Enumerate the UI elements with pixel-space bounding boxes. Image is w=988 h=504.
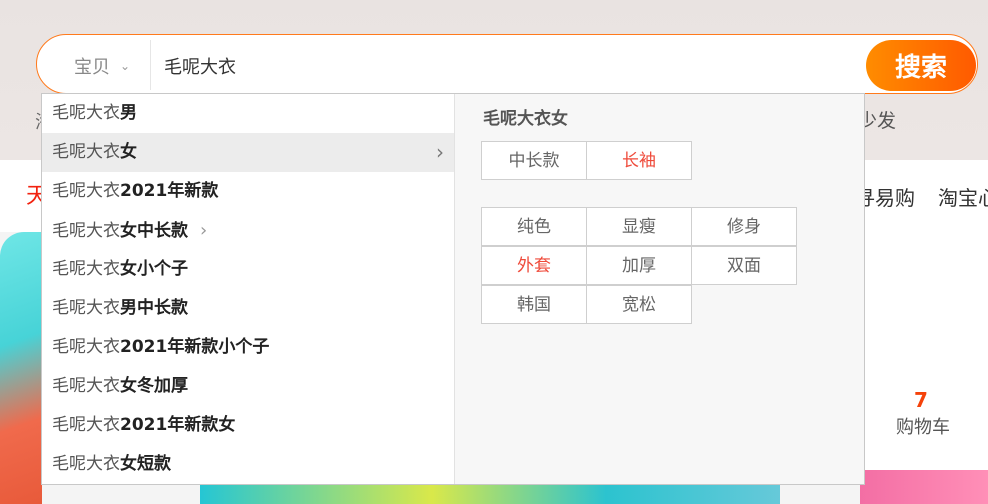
search-scope-label: 宝贝 <box>74 57 110 78</box>
nav-item-taobao[interactable]: 淘宝心 <box>938 182 988 211</box>
attribute-tag[interactable]: 加厚 <box>586 246 692 285</box>
suggestion-item[interactable]: 毛呢大衣2021年新款女 <box>42 406 454 445</box>
search-suggestions-dropdown: 毛呢大衣男 毛呢大衣女 › 毛呢大衣2021年新款 毛呢大衣女中长款 › 毛呢大衣女… <box>41 93 865 485</box>
suggestion-item[interactable]: 毛呢大衣男 <box>42 94 454 133</box>
attribute-tag[interactable]: 双面 <box>691 246 797 285</box>
suggestion-item[interactable]: 毛呢大衣女中长款 › <box>42 211 454 250</box>
attribute-tag[interactable]: 中长款 <box>481 141 587 180</box>
suggestion-item[interactable]: 毛呢大衣女小个子 <box>42 250 454 289</box>
promo-banner-right[interactable] <box>860 470 988 504</box>
attribute-tag[interactable]: 韩国 <box>481 285 587 324</box>
suggestion-item[interactable]: 毛呢大衣2021年新款小个子 <box>42 328 454 367</box>
attribute-tag[interactable]: 纯色 <box>481 207 587 246</box>
search-button[interactable]: 搜索 <box>866 40 976 91</box>
suggestion-item-active[interactable]: 毛呢大衣女 › <box>42 133 454 172</box>
search-input[interactable] <box>164 52 854 80</box>
suggestion-item[interactable]: 毛呢大衣2021年新款 <box>42 172 454 211</box>
search-divider <box>150 40 151 90</box>
chevron-down-icon: ⌄ <box>120 59 131 73</box>
cart-count: 7 <box>914 388 928 412</box>
attribute-tag-hot[interactable]: 长袖 <box>586 141 692 180</box>
cart-label[interactable]: 购物车 <box>896 413 950 439</box>
chevron-right-icon: › <box>200 220 208 241</box>
attribute-tag[interactable]: 修身 <box>691 207 797 246</box>
attribute-tag[interactable]: 显瘦 <box>586 207 692 246</box>
suggestion-list: 毛呢大衣男 毛呢大衣女 › 毛呢大衣2021年新款 毛呢大衣女中长款 › 毛呢大衣女… <box>42 94 454 484</box>
suggestion-detail-panel: 毛呢大衣女 中长款 长袖 纯色 显瘦 修身 外套 加厚 双面 韩国 宽松 <box>454 94 864 484</box>
detail-panel-title: 毛呢大衣女 <box>483 109 568 129</box>
suggestion-item[interactable]: 毛呢大衣男中长款 <box>42 289 454 328</box>
suggestion-item[interactable]: 毛呢大衣女短款 <box>42 445 454 484</box>
promo-banner-left[interactable] <box>0 232 42 504</box>
suggestion-item[interactable]: 毛呢大衣女冬加厚 <box>42 367 454 406</box>
chevron-right-icon: › <box>436 140 444 164</box>
search-scope-select[interactable]: 宝贝 ⌄ <box>74 53 130 79</box>
attribute-tag[interactable]: 宽松 <box>586 285 692 324</box>
attribute-tag-hot[interactable]: 外套 <box>481 246 587 285</box>
